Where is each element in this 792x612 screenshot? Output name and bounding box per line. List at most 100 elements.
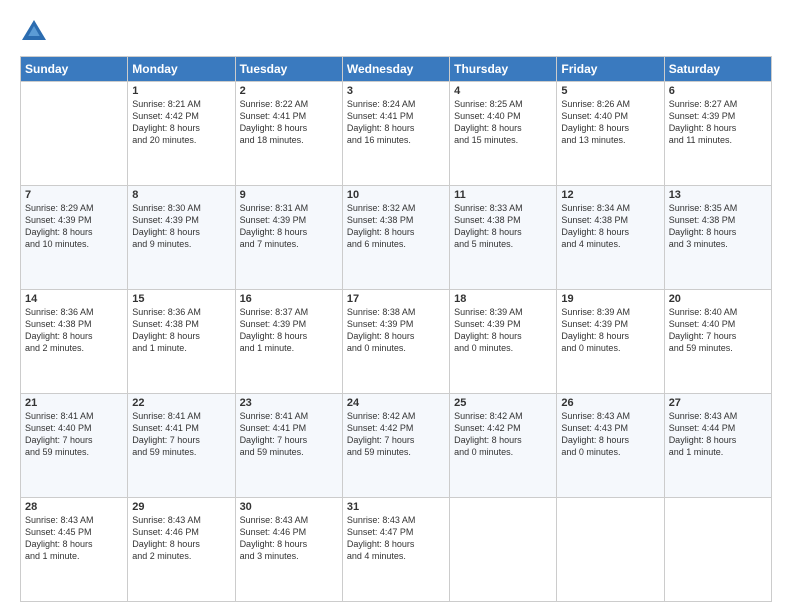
logo-icon [20, 18, 48, 46]
day-number: 16 [240, 293, 338, 305]
day-number: 30 [240, 501, 338, 513]
day-info: Sunrise: 8:35 AMSunset: 4:38 PMDaylight:… [669, 202, 767, 251]
day-info: Sunrise: 8:41 AMSunset: 4:40 PMDaylight:… [25, 410, 123, 459]
header-day: Sunday [21, 57, 128, 82]
day-number: 25 [454, 397, 552, 409]
calendar-cell: 18Sunrise: 8:39 AMSunset: 4:39 PMDayligh… [450, 290, 557, 394]
day-info: Sunrise: 8:36 AMSunset: 4:38 PMDaylight:… [25, 306, 123, 355]
day-info: Sunrise: 8:43 AMSunset: 4:45 PMDaylight:… [25, 514, 123, 563]
day-info: Sunrise: 8:42 AMSunset: 4:42 PMDaylight:… [454, 410, 552, 459]
day-info: Sunrise: 8:36 AMSunset: 4:38 PMDaylight:… [132, 306, 230, 355]
header-day: Saturday [664, 57, 771, 82]
day-number: 29 [132, 501, 230, 513]
calendar-cell: 8Sunrise: 8:30 AMSunset: 4:39 PMDaylight… [128, 186, 235, 290]
day-number: 12 [561, 189, 659, 201]
calendar-cell: 19Sunrise: 8:39 AMSunset: 4:39 PMDayligh… [557, 290, 664, 394]
calendar-cell: 31Sunrise: 8:43 AMSunset: 4:47 PMDayligh… [342, 498, 449, 602]
calendar-cell [557, 498, 664, 602]
logo [20, 18, 50, 46]
calendar-cell: 10Sunrise: 8:32 AMSunset: 4:38 PMDayligh… [342, 186, 449, 290]
day-info: Sunrise: 8:43 AMSunset: 4:46 PMDaylight:… [240, 514, 338, 563]
day-number: 2 [240, 85, 338, 97]
header-day: Tuesday [235, 57, 342, 82]
calendar-cell [664, 498, 771, 602]
day-number: 26 [561, 397, 659, 409]
day-info: Sunrise: 8:34 AMSunset: 4:38 PMDaylight:… [561, 202, 659, 251]
day-info: Sunrise: 8:25 AMSunset: 4:40 PMDaylight:… [454, 98, 552, 147]
day-number: 11 [454, 189, 552, 201]
day-number: 27 [669, 397, 767, 409]
day-info: Sunrise: 8:38 AMSunset: 4:39 PMDaylight:… [347, 306, 445, 355]
header-day: Thursday [450, 57, 557, 82]
day-number: 17 [347, 293, 445, 305]
calendar-cell: 1Sunrise: 8:21 AMSunset: 4:42 PMDaylight… [128, 82, 235, 186]
day-number: 15 [132, 293, 230, 305]
day-number: 28 [25, 501, 123, 513]
day-number: 21 [25, 397, 123, 409]
day-info: Sunrise: 8:43 AMSunset: 4:46 PMDaylight:… [132, 514, 230, 563]
day-info: Sunrise: 8:41 AMSunset: 4:41 PMDaylight:… [240, 410, 338, 459]
day-info: Sunrise: 8:43 AMSunset: 4:44 PMDaylight:… [669, 410, 767, 459]
day-info: Sunrise: 8:43 AMSunset: 4:47 PMDaylight:… [347, 514, 445, 563]
calendar-cell: 6Sunrise: 8:27 AMSunset: 4:39 PMDaylight… [664, 82, 771, 186]
calendar-cell: 15Sunrise: 8:36 AMSunset: 4:38 PMDayligh… [128, 290, 235, 394]
day-number: 8 [132, 189, 230, 201]
day-number: 7 [25, 189, 123, 201]
header [20, 18, 772, 46]
calendar-cell: 27Sunrise: 8:43 AMSunset: 4:44 PMDayligh… [664, 394, 771, 498]
day-info: Sunrise: 8:33 AMSunset: 4:38 PMDaylight:… [454, 202, 552, 251]
day-number: 23 [240, 397, 338, 409]
day-info: Sunrise: 8:39 AMSunset: 4:39 PMDaylight:… [561, 306, 659, 355]
day-number: 9 [240, 189, 338, 201]
page: SundayMondayTuesdayWednesdayThursdayFrid… [0, 0, 792, 612]
calendar-cell: 21Sunrise: 8:41 AMSunset: 4:40 PMDayligh… [21, 394, 128, 498]
day-number: 24 [347, 397, 445, 409]
day-number: 18 [454, 293, 552, 305]
calendar-cell [21, 82, 128, 186]
calendar-cell: 29Sunrise: 8:43 AMSunset: 4:46 PMDayligh… [128, 498, 235, 602]
day-number: 22 [132, 397, 230, 409]
calendar-cell: 24Sunrise: 8:42 AMSunset: 4:42 PMDayligh… [342, 394, 449, 498]
day-number: 10 [347, 189, 445, 201]
day-info: Sunrise: 8:37 AMSunset: 4:39 PMDaylight:… [240, 306, 338, 355]
calendar-cell: 13Sunrise: 8:35 AMSunset: 4:38 PMDayligh… [664, 186, 771, 290]
day-info: Sunrise: 8:41 AMSunset: 4:41 PMDaylight:… [132, 410, 230, 459]
day-info: Sunrise: 8:32 AMSunset: 4:38 PMDaylight:… [347, 202, 445, 251]
day-info: Sunrise: 8:31 AMSunset: 4:39 PMDaylight:… [240, 202, 338, 251]
day-number: 14 [25, 293, 123, 305]
calendar-cell: 22Sunrise: 8:41 AMSunset: 4:41 PMDayligh… [128, 394, 235, 498]
day-info: Sunrise: 8:43 AMSunset: 4:43 PMDaylight:… [561, 410, 659, 459]
week-row: 14Sunrise: 8:36 AMSunset: 4:38 PMDayligh… [21, 290, 772, 394]
day-number: 13 [669, 189, 767, 201]
calendar-cell: 14Sunrise: 8:36 AMSunset: 4:38 PMDayligh… [21, 290, 128, 394]
day-number: 20 [669, 293, 767, 305]
calendar-cell: 25Sunrise: 8:42 AMSunset: 4:42 PMDayligh… [450, 394, 557, 498]
calendar-cell: 12Sunrise: 8:34 AMSunset: 4:38 PMDayligh… [557, 186, 664, 290]
day-info: Sunrise: 8:39 AMSunset: 4:39 PMDaylight:… [454, 306, 552, 355]
calendar-cell: 16Sunrise: 8:37 AMSunset: 4:39 PMDayligh… [235, 290, 342, 394]
day-number: 1 [132, 85, 230, 97]
week-row: 28Sunrise: 8:43 AMSunset: 4:45 PMDayligh… [21, 498, 772, 602]
header-day: Wednesday [342, 57, 449, 82]
header-day: Monday [128, 57, 235, 82]
calendar-cell: 7Sunrise: 8:29 AMSunset: 4:39 PMDaylight… [21, 186, 128, 290]
calendar-cell: 23Sunrise: 8:41 AMSunset: 4:41 PMDayligh… [235, 394, 342, 498]
day-info: Sunrise: 8:22 AMSunset: 4:41 PMDaylight:… [240, 98, 338, 147]
day-info: Sunrise: 8:42 AMSunset: 4:42 PMDaylight:… [347, 410, 445, 459]
week-row: 1Sunrise: 8:21 AMSunset: 4:42 PMDaylight… [21, 82, 772, 186]
header-row: SundayMondayTuesdayWednesdayThursdayFrid… [21, 57, 772, 82]
day-number: 19 [561, 293, 659, 305]
day-info: Sunrise: 8:24 AMSunset: 4:41 PMDaylight:… [347, 98, 445, 147]
day-number: 3 [347, 85, 445, 97]
calendar-cell: 30Sunrise: 8:43 AMSunset: 4:46 PMDayligh… [235, 498, 342, 602]
calendar-cell: 26Sunrise: 8:43 AMSunset: 4:43 PMDayligh… [557, 394, 664, 498]
day-number: 6 [669, 85, 767, 97]
calendar-cell: 17Sunrise: 8:38 AMSunset: 4:39 PMDayligh… [342, 290, 449, 394]
day-number: 31 [347, 501, 445, 513]
day-number: 5 [561, 85, 659, 97]
calendar-cell: 20Sunrise: 8:40 AMSunset: 4:40 PMDayligh… [664, 290, 771, 394]
calendar-cell: 2Sunrise: 8:22 AMSunset: 4:41 PMDaylight… [235, 82, 342, 186]
calendar-cell: 9Sunrise: 8:31 AMSunset: 4:39 PMDaylight… [235, 186, 342, 290]
week-row: 21Sunrise: 8:41 AMSunset: 4:40 PMDayligh… [21, 394, 772, 498]
day-info: Sunrise: 8:30 AMSunset: 4:39 PMDaylight:… [132, 202, 230, 251]
